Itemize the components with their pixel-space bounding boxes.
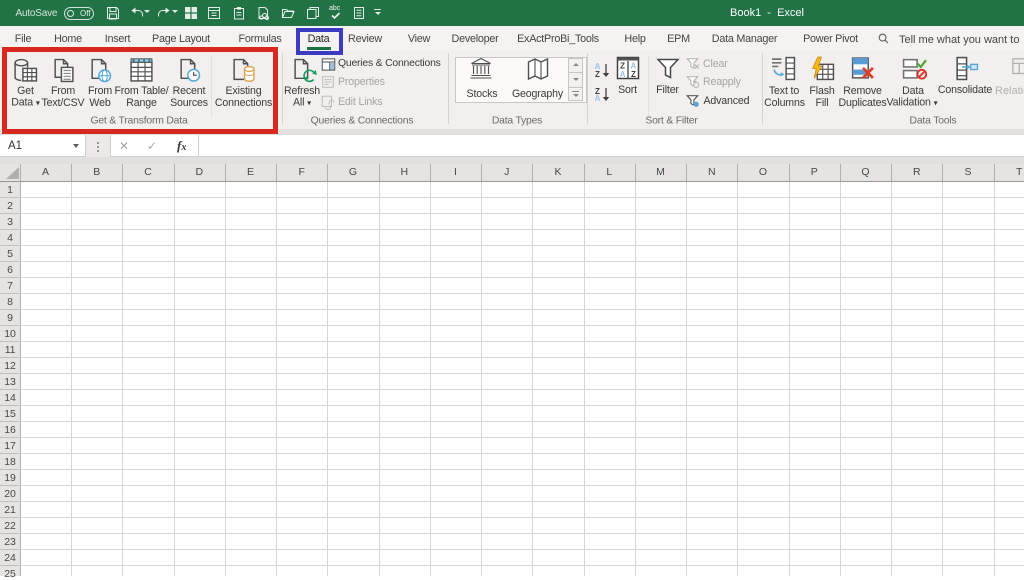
- svg-text:A: A: [619, 70, 625, 79]
- svg-text:Z: Z: [630, 70, 635, 79]
